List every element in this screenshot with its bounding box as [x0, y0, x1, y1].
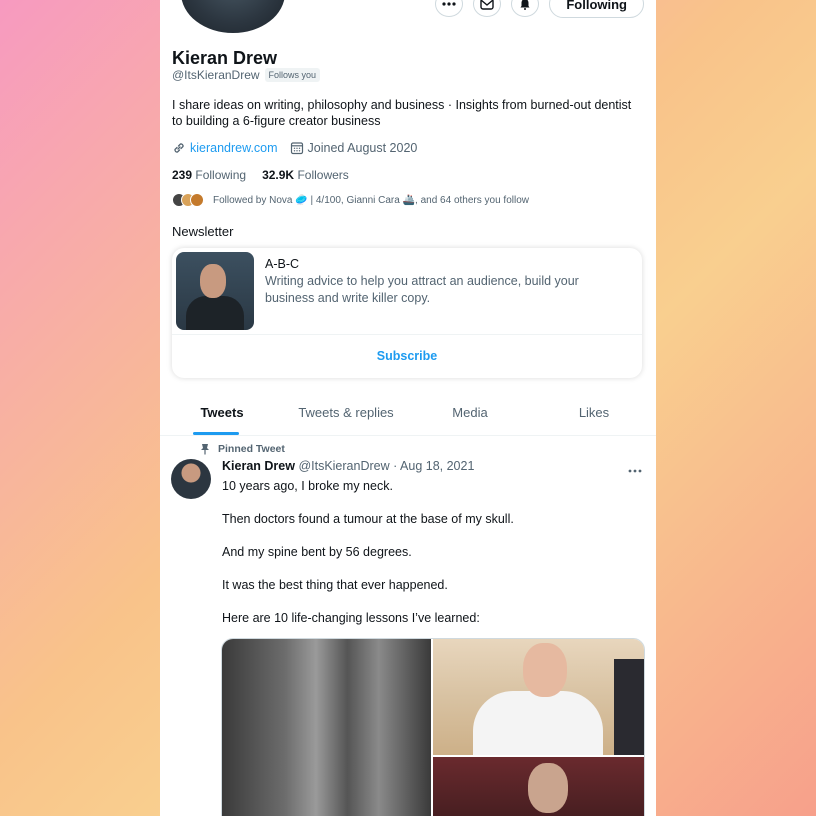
message-icon [480, 0, 495, 10]
tweet-paragraph: It was the best thing that ever happened… [222, 578, 448, 592]
follower-avatars [172, 193, 204, 207]
tab-likes[interactable]: Likes [532, 395, 656, 435]
profile-avatar[interactable] [178, 0, 288, 36]
tweet-paragraph: Here are 10 life-changing lessons I’ve l… [222, 611, 480, 625]
followed-by-row[interactable]: Followed by Nova 🥏 | 4/100, Gianni Cara … [172, 193, 529, 207]
followers-count-link[interactable]: 32.9K Followers [262, 168, 349, 182]
profile-panel: Following Kieran Drew @ItsKieranDrew Fol… [160, 0, 656, 816]
profile-bio: I share ideas on writing, philosophy and… [172, 98, 632, 128]
following-label: Following [195, 168, 247, 182]
tab-label: Media [452, 405, 488, 420]
more-icon [628, 469, 642, 473]
newsletter-card[interactable]: A-B-C Writing advice to help you attract… [172, 248, 642, 378]
website-link[interactable]: kierandrew.com [190, 141, 278, 155]
tweet-paragraph: 10 years ago, I broke my neck. [222, 479, 393, 493]
calendar-icon [290, 142, 303, 155]
avatar [190, 193, 204, 207]
tweet-text: 10 years ago, I broke my neck. Then doct… [222, 478, 642, 643]
notification-button[interactable] [511, 0, 540, 17]
tab-label: Tweets & replies [298, 405, 394, 420]
follows-you-badge: Follows you [264, 68, 321, 82]
newsletter-title: A-B-C [265, 257, 300, 271]
message-button[interactable] [473, 0, 502, 17]
tweet-paragraph: Then doctors found a tumour at the base … [222, 512, 514, 526]
newsletter-description: Writing advice to help you attract an au… [265, 274, 579, 305]
link-icon [174, 143, 184, 153]
tweet-header: Kieran Drew @ItsKieranDrew · Aug 18, 202… [222, 459, 474, 473]
pinned-text: Pinned Tweet [218, 443, 285, 455]
more-icon [442, 2, 456, 6]
follow-counts: 239 Following 32.9K Followers [172, 168, 349, 182]
profile-name: Kieran Drew [172, 48, 278, 68]
following-count-link[interactable]: 239 Following [172, 168, 246, 182]
following-count: 239 [172, 168, 193, 182]
followers-count: 32.9K [262, 168, 295, 182]
profile-handle: @ItsKieranDrew [172, 68, 260, 82]
tab-media[interactable]: Media [408, 395, 532, 435]
tweet-paragraph: And my spine bent by 56 degrees. [222, 545, 412, 559]
tweet-avatar[interactable] [171, 459, 211, 499]
website-item: kierandrew.com [172, 141, 278, 155]
tab-tweets-replies[interactable]: Tweets & replies [284, 395, 408, 435]
tweet-media-grid [221, 638, 645, 816]
profile-actions: Following [435, 0, 644, 18]
followed-by-text: Followed by Nova 🥏 | 4/100, Gianni Cara … [213, 194, 529, 206]
joined-item: Joined August 2020 [290, 141, 418, 155]
tweet-author[interactable]: Kieran Drew [222, 459, 295, 473]
handle-row: @ItsKieranDrew Follows you [172, 68, 321, 82]
subscribe-button[interactable]: Subscribe [172, 334, 642, 378]
tweet-handle-date: @ItsKieranDrew · Aug 18, 2021 [298, 459, 475, 473]
photo-image[interactable] [433, 757, 644, 816]
tab-tweets[interactable]: Tweets [160, 395, 284, 435]
profile-meta: kierandrew.com Joined August 2020 [172, 141, 417, 155]
pin-icon [201, 444, 209, 455]
notification-icon [520, 0, 530, 10]
newsletter-image [176, 252, 254, 330]
profile-tabs: Tweets Tweets & replies Media Likes [160, 395, 656, 436]
tab-label: Tweets [200, 405, 244, 420]
newsletter-heading: Newsletter [172, 224, 234, 239]
tweet-more-button[interactable] [628, 460, 642, 478]
active-tab-indicator [193, 432, 239, 435]
more-button[interactable] [435, 0, 464, 17]
pinned-label: Pinned Tweet [200, 443, 285, 455]
tab-label: Likes [578, 405, 610, 420]
joined-date: Joined August 2020 [307, 141, 418, 155]
following-button[interactable]: Following [549, 0, 644, 18]
xray-image[interactable] [222, 639, 431, 816]
followers-label: Followers [297, 168, 349, 182]
photo-image[interactable] [433, 639, 644, 755]
